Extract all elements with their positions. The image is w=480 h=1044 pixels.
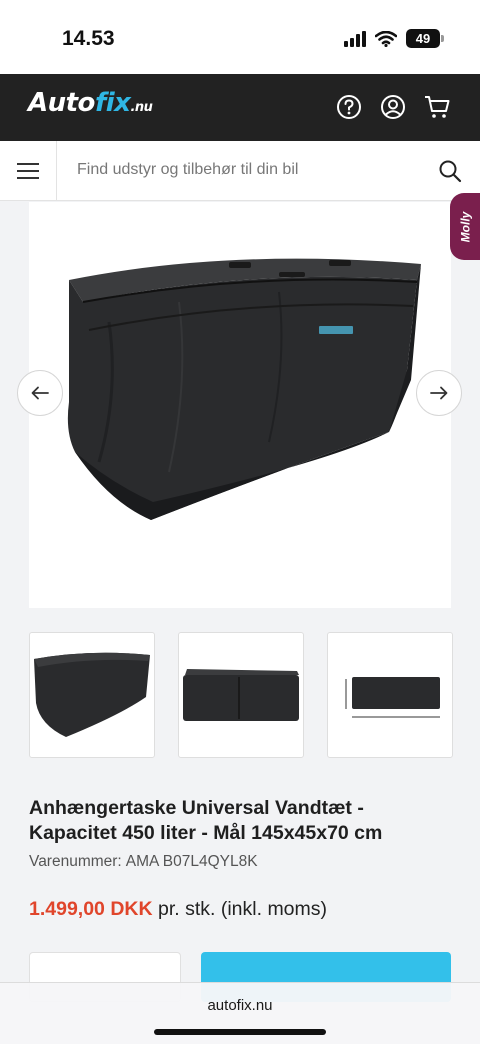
logo-accent: fix [94, 88, 131, 118]
chat-tab[interactable]: Molly [450, 193, 480, 260]
gallery-thumbnail[interactable] [178, 632, 304, 758]
search-bar: Find udstyr og tilbehør til din bil [0, 141, 480, 201]
trailer-bag-image [67, 258, 421, 520]
search-icon[interactable] [438, 159, 462, 183]
chat-tab-label: Molly [458, 211, 473, 242]
arrow-left-icon [31, 386, 49, 400]
search-input[interactable]: Find udstyr og tilbehør til din bil [77, 161, 298, 179]
home-indicator [154, 1029, 326, 1035]
gallery-thumbnail[interactable] [327, 632, 453, 758]
account-icon[interactable] [380, 94, 406, 120]
browser-address-bar[interactable]: autofix.nu [0, 982, 480, 1044]
price-line: 1.499,00 DKK pr. stk. (inkl. moms) [29, 898, 327, 921]
sku-label: Varenummer: [29, 853, 122, 870]
signal-icon [344, 30, 366, 47]
arrow-right-icon [430, 386, 448, 400]
product-price: 1.499,00 DKK [29, 898, 153, 920]
menu-button[interactable] [0, 141, 57, 200]
gallery-thumbnail[interactable] [29, 632, 155, 758]
status-bar: 14.53 49 [0, 0, 480, 74]
thumbnail-image [345, 677, 440, 718]
gallery-next-button[interactable] [416, 370, 462, 416]
price-suffix: pr. stk. (inkl. moms) [158, 898, 328, 920]
sku-value: AMA B07L4QYL8K [125, 853, 258, 870]
hamburger-icon [17, 162, 39, 179]
browser-url: autofix.nu [207, 997, 273, 1014]
battery-indicator: 49 [406, 29, 444, 48]
header-actions [336, 94, 450, 120]
autofix-logo[interactable]: Autofix.nu [28, 88, 153, 118]
site-header: Autofix.nu [0, 74, 480, 141]
wifi-icon [375, 30, 397, 47]
status-icons: 49 [344, 29, 444, 48]
logo-tld: .nu [130, 100, 153, 115]
gallery-prev-button[interactable] [17, 370, 63, 416]
thumbnail-image [183, 669, 299, 721]
cart-icon[interactable] [424, 94, 450, 120]
product-sku: Varenummer: AMA B07L4QYL8K [29, 853, 258, 871]
thumbnail-image [34, 652, 150, 737]
status-time: 14.53 [62, 27, 115, 50]
product-main-image[interactable] [29, 202, 451, 608]
logo-main: Auto [28, 88, 95, 118]
help-icon[interactable] [336, 94, 362, 120]
product-title: Anhængertaske Universal Vandtæt - Kapaci… [29, 797, 383, 844]
